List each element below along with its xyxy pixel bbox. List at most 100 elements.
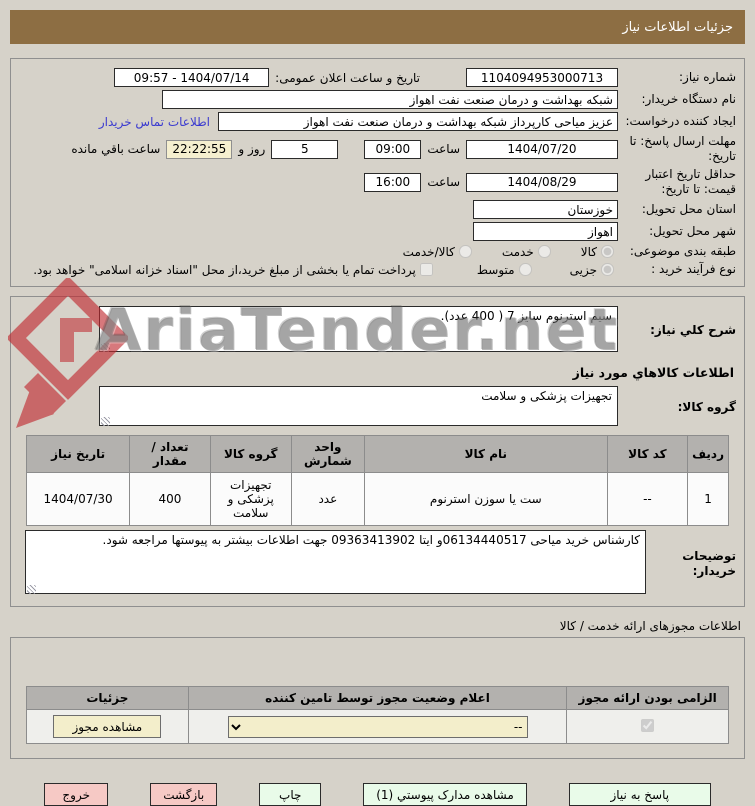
option-service[interactable]: خدمت bbox=[502, 245, 555, 259]
price-validity-hour-label: ساعت bbox=[427, 175, 460, 189]
treasury-option[interactable]: پرداخت تمام یا بخشی از مبلغ خرید،از محل … bbox=[33, 263, 437, 277]
row-province: استان محل تحویل: bbox=[19, 200, 736, 219]
announce-datetime-label: تاریخ و ساعت اعلان عمومی: bbox=[275, 70, 420, 85]
province-field[interactable] bbox=[473, 200, 618, 219]
goods-table-row: 1 -- ست یا سوزن استرنوم عدد تجهیزات پزشک… bbox=[26, 472, 729, 526]
row-need-desc: شرح کلي نیاز: سیم استرنوم سایز 7 ( 400 ع… bbox=[19, 306, 736, 355]
back-button[interactable]: بازگشت bbox=[150, 783, 218, 806]
cell-need-date: 1404/07/30 bbox=[26, 472, 131, 526]
row-subject-class: طبقه بندی موضوعی: کالا خدمت کالا/خدمت bbox=[19, 244, 736, 259]
row-need-number: شماره نیاز: تاریخ و ساعت اعلان عمومی: bbox=[19, 68, 736, 87]
option-medium[interactable]: متوسط bbox=[477, 263, 536, 277]
page-title: جزئیات اطلاعات نیاز bbox=[622, 19, 733, 35]
goods-table: ردیف کد کالا نام کالا واحد شمارش گروه کا… bbox=[26, 435, 729, 526]
need-info-groupbox: شماره نیاز: تاریخ و ساعت اعلان عمومی: نا… bbox=[10, 58, 745, 287]
row-city: شهر محل تحویل: bbox=[19, 222, 736, 241]
reply-deadline-date-field[interactable] bbox=[466, 139, 618, 159]
goods-radio[interactable] bbox=[601, 245, 614, 258]
cell-item-group: تجهیزات پزشکی و سلامت bbox=[209, 472, 292, 526]
buyer-contact-link[interactable]: اطلاعات تماس خریدار bbox=[99, 115, 210, 129]
city-field[interactable] bbox=[473, 222, 618, 241]
row-reply-deadline: مهلت ارسال پاسخ: تا تاریخ: ساعت روز و 22… bbox=[19, 134, 736, 164]
reply-deadline-hour-label: ساعت bbox=[427, 142, 460, 156]
permit-status-select[interactable]: -- bbox=[227, 715, 528, 738]
minor-radio-label: جزیی bbox=[569, 262, 597, 277]
reply-to-need-button[interactable]: پاسخ به نیاز bbox=[568, 783, 711, 806]
row-buyer-org: نام دستگاه خریدار: bbox=[19, 90, 736, 109]
cell-quantity: 400 bbox=[129, 472, 211, 526]
cell-item-code: -- bbox=[606, 472, 689, 526]
buyer-org-field[interactable] bbox=[162, 90, 618, 109]
col-item-code: کد کالا bbox=[606, 435, 689, 473]
province-label: استان محل تحویل: bbox=[641, 202, 736, 216]
permits-section-header: اطلاعات مجوزهای ارائه خدمت / کالا bbox=[559, 619, 741, 633]
row-goods-group: گروه کالا: تجهیزات پزشکی و سلامت bbox=[19, 386, 736, 429]
treasury-note: پرداخت تمام یا بخشی از مبلغ خرید،از محل … bbox=[33, 262, 416, 277]
treasury-checkbox[interactable] bbox=[419, 263, 433, 276]
price-validity-date-field[interactable] bbox=[466, 172, 618, 192]
permit-required-checkbox[interactable] bbox=[641, 718, 655, 732]
medium-radio[interactable] bbox=[518, 263, 532, 276]
goods-radio-label: کالا bbox=[580, 244, 597, 259]
col-item-name: نام کالا bbox=[364, 435, 608, 473]
option-minor[interactable]: جزیی bbox=[570, 263, 618, 277]
service-radio[interactable] bbox=[537, 245, 551, 258]
option-goods[interactable]: کالا bbox=[581, 245, 618, 259]
countdown-timer: 22:22:55 bbox=[166, 139, 233, 159]
cell-row-number: 1 bbox=[687, 472, 729, 526]
cell-item-name: ست یا سوزن استرنوم bbox=[364, 472, 608, 526]
col-permit-status: اعلام وضعیت مجوز توسط تامین کننده bbox=[187, 686, 568, 710]
service-radio-label: خدمت bbox=[501, 244, 534, 259]
view-permit-button[interactable]: مشاهده مجوز bbox=[53, 715, 162, 738]
buyer-notes-label: توضیحات خریدار: bbox=[682, 548, 736, 578]
city-label: شهر محل تحویل: bbox=[649, 224, 736, 238]
goods-group-label: گروه کالا: bbox=[677, 400, 736, 414]
exit-button[interactable]: خروج bbox=[44, 783, 109, 806]
price-validity-label: حداقل تاریخ اعتبار قیمت: تا تاریخ: bbox=[645, 167, 736, 196]
row-purchase-process: نوع فرآیند خرید : جزیی متوسط پرداخت تمام… bbox=[19, 262, 736, 277]
col-permit-details: جزئیات bbox=[26, 686, 189, 710]
cell-permit-status: -- bbox=[187, 709, 568, 744]
row-request-creator: ایجاد کننده درخواست: اطلاعات تماس خریدار bbox=[19, 112, 736, 131]
option-goods-service[interactable]: کالا/خدمت bbox=[403, 245, 476, 259]
print-button[interactable]: چاپ bbox=[259, 783, 322, 806]
request-creator-field[interactable] bbox=[218, 112, 618, 131]
row-buyer-notes: توضیحات خریدار: کارشناس خرید میاحی 06134… bbox=[19, 530, 736, 597]
col-item-group: گروه کالا bbox=[209, 435, 292, 473]
cell-permit-details: مشاهده مجوز bbox=[26, 709, 189, 744]
cell-unit: عدد bbox=[290, 472, 366, 526]
subject-class-label: طبقه بندی موضوعی: bbox=[629, 244, 736, 258]
goods-table-header-row: ردیف کد کالا نام کالا واحد شمارش گروه کا… bbox=[26, 435, 729, 473]
days-and-label: روز و bbox=[238, 142, 266, 156]
minor-radio[interactable] bbox=[601, 263, 614, 276]
goods-groupbox: شرح کلي نیاز: سیم استرنوم سایز 7 ( 400 ع… bbox=[10, 296, 745, 607]
goods-group-textarea[interactable]: تجهیزات پزشکی و سلامت bbox=[99, 386, 618, 426]
view-attachments-button[interactable]: مشاهده مدارک پیوستي (1) bbox=[363, 783, 527, 806]
goods-section-header: اطلاعات کالاهاي مورد نیاز bbox=[572, 365, 734, 380]
permits-table: الزامی بودن ارائه مجوز اعلام وضعیت مجوز … bbox=[26, 686, 729, 744]
need-desc-label: شرح کلي نیاز: bbox=[650, 323, 736, 337]
title-bar: جزئیات اطلاعات نیاز bbox=[10, 10, 745, 44]
need-desc-textarea[interactable]: سیم استرنوم سایز 7 ( 400 عدد). bbox=[99, 306, 618, 352]
goods-service-radio-label: کالا/خدمت bbox=[402, 244, 455, 259]
buyer-notes-textarea[interactable]: کارشناس خرید میاحی 06134440517و ایتا 093… bbox=[25, 530, 646, 594]
col-permit-required: الزامی بودن ارائه مجوز bbox=[566, 686, 729, 710]
row-price-validity: حداقل تاریخ اعتبار قیمت: تا تاریخ: ساعت bbox=[19, 167, 736, 197]
cell-permit-required bbox=[566, 709, 729, 744]
need-number-field[interactable] bbox=[466, 68, 618, 87]
need-number-label: شماره نیاز: bbox=[679, 70, 736, 84]
footer-button-bar: پاسخ به نیاز مشاهده مدارک پیوستي (1) چاپ… bbox=[10, 783, 745, 806]
col-unit: واحد شمارش bbox=[290, 435, 366, 473]
remaining-hours-label: ساعت باقي مانده bbox=[71, 142, 161, 156]
price-validity-time-field[interactable] bbox=[364, 172, 422, 192]
buyer-org-label: نام دستگاه خریدار: bbox=[641, 92, 737, 106]
page: جزئیات اطلاعات نیاز شماره نیاز: تاریخ و … bbox=[0, 10, 755, 806]
permits-groupbox: الزامی بودن ارائه مجوز اعلام وضعیت مجوز … bbox=[10, 637, 745, 759]
announce-datetime-field[interactable] bbox=[114, 68, 270, 87]
remaining-days-field[interactable] bbox=[271, 139, 339, 159]
permits-table-header-row: الزامی بودن ارائه مجوز اعلام وضعیت مجوز … bbox=[26, 686, 729, 710]
medium-radio-label: متوسط bbox=[476, 262, 515, 277]
purchase-process-label: نوع فرآیند خرید : bbox=[651, 262, 736, 276]
reply-deadline-time-field[interactable] bbox=[364, 139, 422, 159]
goods-service-radio[interactable] bbox=[458, 245, 472, 258]
